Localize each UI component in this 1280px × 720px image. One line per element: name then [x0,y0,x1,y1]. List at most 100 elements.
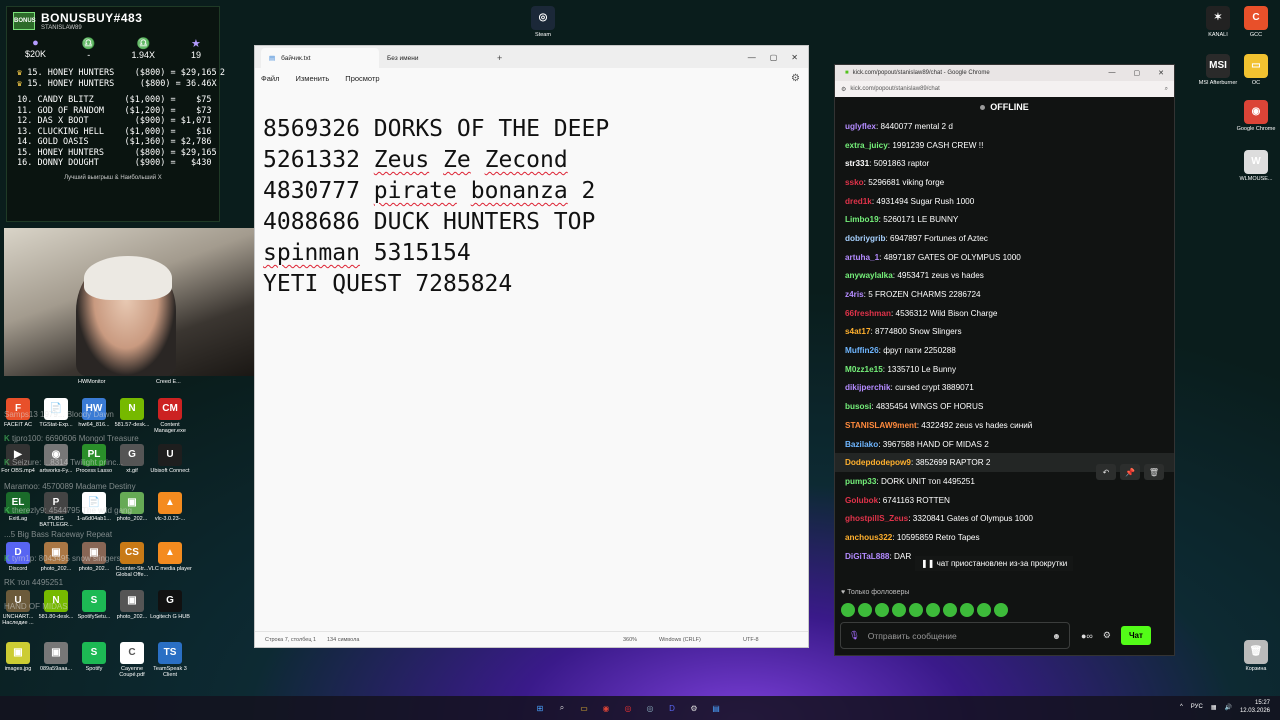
tab-untitled[interactable]: Без имени [379,48,497,68]
chat-username[interactable]: z4ris [845,290,864,299]
emote-icon[interactable] [943,603,957,617]
explorer-icon[interactable]: ▭ [576,700,592,716]
chat-message[interactable]: dred1k: 4931494 Sugar Rush 1000 [845,192,1174,211]
chat-message[interactable]: z4ris: 5 FROZEN CHARMS 2286724 [845,285,1174,304]
chat-message[interactable]: Muffin26: фрут пати 2250288 [845,341,1174,360]
chat-username[interactable]: Bazilako [845,440,878,449]
chat-message[interactable]: busosi: 4835454 WINGS OF HORUS [845,397,1174,416]
language-indicator[interactable]: РУС [1191,704,1203,710]
chat-username[interactable]: extra_juicy [845,141,888,150]
chat-username[interactable]: busosi [845,402,871,411]
menu-edit[interactable]: Изменить [295,74,329,83]
chat-message[interactable]: ghostpillS_Zeus: 3320841 Gates of Olympu… [845,509,1174,528]
chat-username[interactable]: dred1k [845,197,872,206]
settings-gear-icon[interactable]: ⚙ [1103,630,1111,641]
chat-username[interactable]: artuha_1 [845,253,879,262]
chat-username[interactable]: uglyflex [845,122,876,131]
users-icon[interactable]: ●∞ [1081,631,1093,641]
emote-icon[interactable] [994,603,1008,617]
emote-icon[interactable] [926,603,940,617]
maximize-icon[interactable]: ▢ [1134,69,1141,77]
emote-icon[interactable] [841,603,855,617]
desktop-icon[interactable]: C GCC [1231,6,1280,39]
steam-icon[interactable]: ◎ [642,700,658,716]
chat-username[interactable]: dobriygrib [845,234,885,243]
notepad-text-area[interactable]: 8569326 DORKS OF THE DEEP 5261332 Zeus Ze… [255,88,808,326]
settings-gear-icon[interactable]: ⚙ [791,73,800,84]
desktop-icon[interactable]: ◉ Google Chrome [1231,100,1280,133]
tab-baychik[interactable]: ▤ байчик.txt [261,48,379,68]
chat-message[interactable]: Limbo19: 5260171 LE BUNNY [845,210,1174,229]
chat-paused-notice[interactable]: ❚❚ чат приостановлен из-за прокрутки [915,556,1074,571]
chat-username[interactable]: M0zz1e15 [845,365,883,374]
start-icon[interactable]: ⊞ [532,700,548,716]
minimize-icon[interactable]: — [748,53,756,62]
misspelled-word[interactable]: Ze [443,147,471,173]
chat-message[interactable]: dobriygrib: 6947897 Fortunes of Aztec [845,229,1174,248]
chat-message[interactable]: extra_juicy: 1991239 CASH CREW !! [845,136,1174,155]
close-icon[interactable]: ✕ [1158,69,1164,77]
chat-username[interactable]: dikijperchik [845,383,891,392]
desktop-icon[interactable]: U Ubisoft Connect [148,444,192,474]
misspelled-word[interactable]: pirate [374,178,457,204]
chat-message[interactable]: STANISLAW9ment: 4322492 zeus vs hades си… [845,416,1174,435]
chrome-icon[interactable]: ◉ [598,700,614,716]
emote-icon[interactable] [977,603,991,617]
chat-input[interactable]: 🎙 Отправить сообщение ☻ [840,622,1070,649]
desktop-icon[interactable]: G Logitech G HUB [148,590,192,620]
chat-username[interactable]: anchous322 [845,533,892,542]
menu-file[interactable]: Файл [261,74,279,83]
address-bar[interactable]: ⚙ kick.com/popout/stanislaw89/chat ⌕ [835,81,1174,97]
emote-icon[interactable] [875,603,889,617]
clock[interactable]: 15:27 12.03.2026 [1240,699,1270,715]
chat-message[interactable]: ssko: 5296681 viking forge [845,173,1174,192]
misspelled-word[interactable]: spinman [263,240,360,266]
chat-message[interactable]: Bazilako: 3967588 HAND OF MIDAS 2 [845,435,1174,454]
desktop-icon[interactable]: ▲ VLC media player [148,542,192,572]
chat-message[interactable]: str331: 5091863 raptor [845,154,1174,173]
maximize-icon[interactable]: ▢ [770,53,778,62]
discord-icon[interactable]: D [664,700,680,716]
tray-expand-icon[interactable]: ^ [1180,704,1183,710]
chat-message[interactable]: anywaylalka: 4953471 zeus vs hades [845,267,1174,286]
chat-username[interactable]: 66freshman [845,309,891,318]
desktop-icon[interactable]: ▭ ОС [1231,54,1280,87]
chat-username[interactable]: ssko [845,178,864,187]
chat-message[interactable]: anchous322: 10595859 Retro Tapes [845,528,1174,547]
desktop-icon[interactable]: ▲ vlc-3.0.23-... [148,492,192,522]
chat-username[interactable]: DiGiTaL888 [845,552,889,561]
chat-username[interactable]: Golubok [845,496,878,505]
emote-icon[interactable] [858,603,872,617]
emoji-icon[interactable]: ☻ [1052,631,1061,641]
chat-message[interactable]: Golubok: 6741163 ROTTEN [845,491,1174,510]
close-icon[interactable]: ✕ [791,53,798,62]
chat-username[interactable]: Limbo19 [845,215,879,224]
desktop-icon[interactable]: TS TeamSpeak 3 Client [148,642,192,678]
emote-icon[interactable] [892,603,906,617]
notepad-icon[interactable]: ▤ [708,700,724,716]
search-icon[interactable]: ⌕ [554,700,570,716]
reply-icon[interactable]: ↶ [1096,464,1116,480]
desktop-icon[interactable]: CM Content Manager.exe [148,398,192,434]
network-icon[interactable]: ▦ [1211,704,1217,711]
volume-icon[interactable]: 🔊 [1224,704,1231,711]
pin-icon[interactable]: 📌 [1120,464,1140,480]
settings-icon[interactable]: ⚙ [686,700,702,716]
chat-username[interactable]: ghostpillS_Zeus [845,514,908,523]
obs-icon[interactable]: ◎ [620,700,636,716]
chat-username[interactable]: Muffin26 [845,346,879,355]
desktop-icon[interactable]: W WLMOUSE... [1231,150,1280,183]
misspelled-word[interactable]: Zeus [374,147,429,173]
chat-username[interactable]: pump33 [845,477,876,486]
chat-message[interactable]: 66freshman: 4536312 Wild Bison Charge [845,304,1174,323]
status-encoding[interactable]: UTF-8 [743,637,759,643]
chat-username[interactable]: Dodepdodepow9 [845,458,911,467]
emote-icon[interactable] [909,603,923,617]
misspelled-word[interactable]: Zecond [485,147,568,173]
chat-username[interactable]: str331 [845,159,869,168]
chat-message[interactable]: artuha_1: 4897187 GATES OF OLYMPUS 1000 [845,248,1174,267]
new-tab-button[interactable]: + [497,53,502,68]
desktop-icon-steam[interactable]: ◎ Steam [518,6,568,39]
chat-username[interactable]: s4at17 [845,327,871,336]
desktop-icon[interactable]: 🗑 Корзина [1231,640,1280,673]
